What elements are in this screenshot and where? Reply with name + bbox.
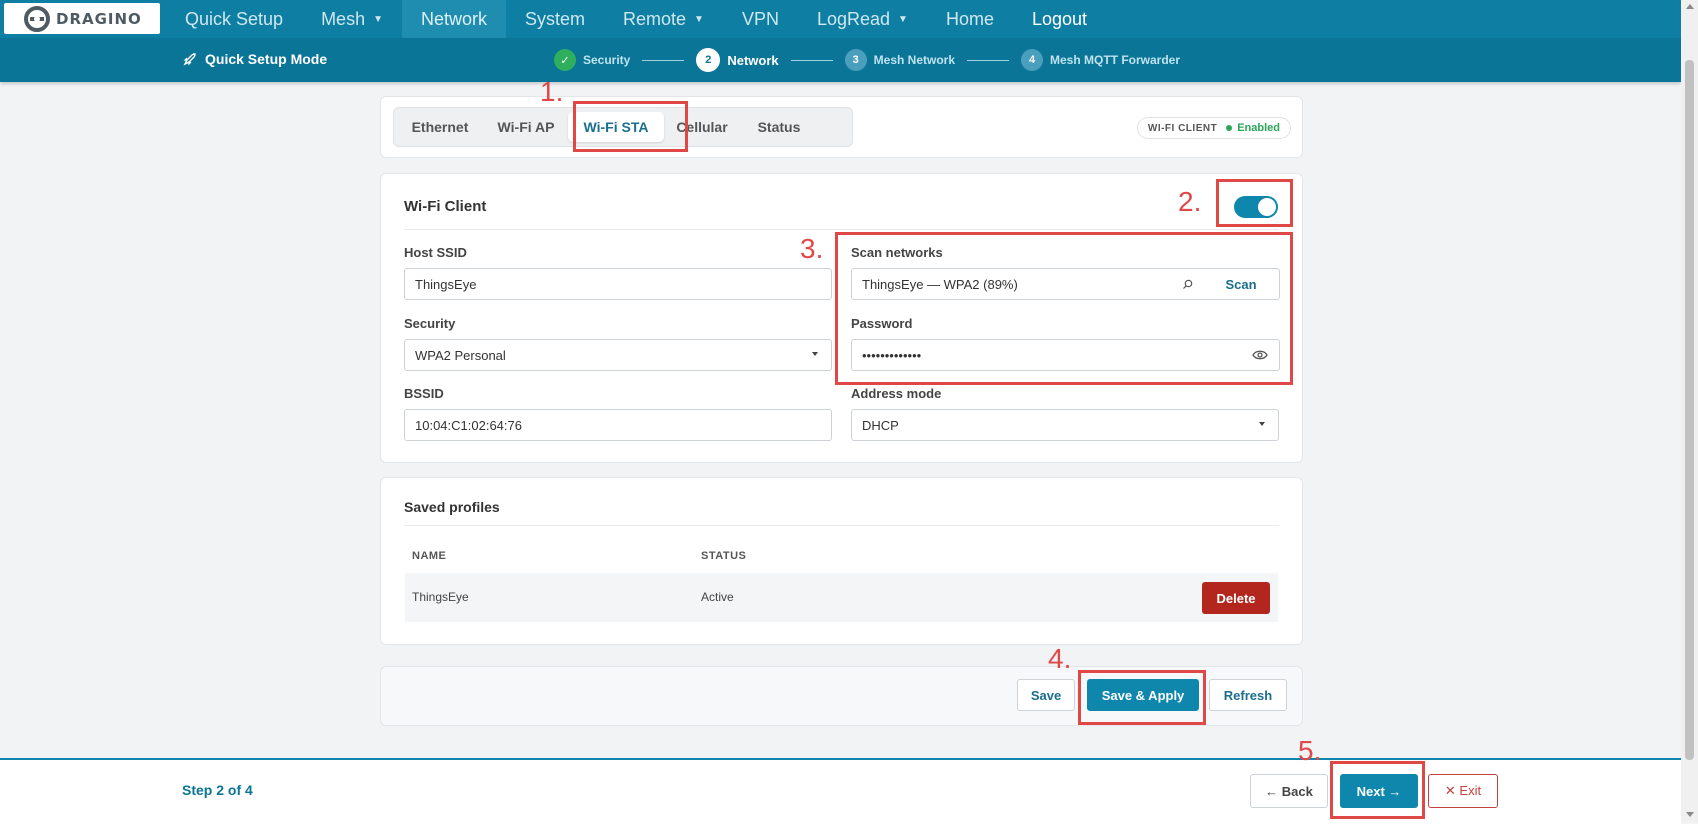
- annotation-box-save-apply: [1078, 670, 1206, 725]
- step-number: 4: [1021, 49, 1044, 71]
- step-network: 2 Network: [696, 48, 779, 72]
- security-label: Security: [404, 316, 456, 331]
- annotation-number-2: 2.: [1178, 186, 1202, 217]
- wifi-client-status-badge: WI-FI CLIENT Enabled: [1136, 117, 1291, 139]
- refresh-button[interactable]: Refresh: [1209, 679, 1287, 711]
- wifi-client-title: Wi-Fi Client: [404, 198, 487, 215]
- address-mode-select[interactable]: DHCP: [851, 409, 1279, 441]
- nav-item-system[interactable]: System: [506, 0, 604, 38]
- nav-item-mesh[interactable]: Mesh ▼: [302, 0, 402, 38]
- annotation-box-wifi-sta-tab: [573, 101, 688, 152]
- nav-item-label: VPN: [741, 8, 779, 29]
- chevron-down-icon: [812, 352, 818, 356]
- scrollbar-thumb[interactable]: [1685, 60, 1694, 760]
- rocket-icon: [183, 53, 196, 66]
- divider: [404, 525, 1279, 526]
- annotation-number-1: 1.: [540, 76, 564, 107]
- annotation-number-3: 3.: [800, 233, 824, 264]
- badge-label: WI-FI CLIENT: [1147, 122, 1218, 134]
- quick-setup-bar: Quick Setup Mode ✓ Security 2 Network 3 Mesh …: [0, 38, 1681, 82]
- host-ssid-label: Host SSID: [404, 245, 467, 260]
- delete-profile-button[interactable]: Delete: [1202, 582, 1270, 614]
- nav-item-vpn[interactable]: VPN: [723, 0, 798, 38]
- page-scrollbar[interactable]: [1681, 0, 1698, 822]
- tab-ethernet[interactable]: Ethernet: [396, 112, 484, 142]
- dragino-logo[interactable]: DRAGINO: [4, 3, 160, 34]
- status-dot-icon: [1226, 125, 1233, 131]
- nav-item-label: Home: [945, 8, 994, 29]
- tab-wi-fi-ap[interactable]: Wi-Fi AP: [484, 112, 568, 142]
- nav-item-label: Remote: [623, 8, 687, 29]
- profile-status: Active: [701, 590, 734, 604]
- nav-item-quick-setup[interactable]: Quick Setup: [166, 0, 302, 38]
- scroll-down-icon[interactable]: [1686, 812, 1694, 817]
- nav-item-remote[interactable]: Remote ▼: [604, 0, 723, 38]
- step-label: Network: [727, 52, 779, 68]
- quick-setup-label: Quick Setup Mode: [205, 51, 328, 67]
- annotation-number-5: 5.: [1298, 735, 1322, 766]
- step-number: 3: [844, 49, 867, 71]
- step-label: Mesh Network: [873, 53, 956, 67]
- nav-item-label: Mesh: [321, 8, 366, 29]
- top-navbar: DRAGINO Quick Setup Mesh ▼ Network System Rem…: [0, 0, 1681, 38]
- table-row: ThingsEye Active Delete: [405, 573, 1278, 622]
- caret-down-icon: ▼: [694, 13, 704, 25]
- exit-button[interactable]: ✕ Exit: [1428, 774, 1498, 808]
- step-indicator: Step 2 of 4: [182, 782, 253, 798]
- network-tabs-card: Ethernet Wi-Fi AP Wi-Fi STA Cellular Status …: [380, 96, 1303, 158]
- saved-profiles-card: Saved profiles NAME STATUS ThingsEye Act…: [380, 477, 1303, 645]
- logout-link[interactable]: Logout: [1013, 0, 1106, 38]
- step-label: Security: [583, 53, 631, 67]
- caret-down-icon: ▼: [898, 13, 908, 25]
- step-connector: [790, 59, 833, 61]
- saved-profiles-title: Saved profiles: [404, 499, 500, 515]
- step-mesh-network: 3 Mesh Network: [844, 49, 956, 71]
- save-button[interactable]: Save: [1017, 679, 1075, 711]
- step-security: ✓ Security: [554, 49, 630, 71]
- step-connector: [642, 59, 685, 61]
- nav-item-label: Network: [420, 8, 487, 29]
- bssid-label: BSSID: [404, 386, 444, 401]
- back-button[interactable]: ← Back: [1250, 774, 1328, 808]
- tab-status[interactable]: Status: [740, 112, 818, 142]
- nav-item-logread[interactable]: LogRead ▼: [798, 0, 927, 38]
- annotation-box-toggle: [1216, 179, 1293, 227]
- step-number: 2: [696, 48, 721, 72]
- column-header-status: STATUS: [701, 550, 747, 562]
- nav-item-label: LogRead: [816, 8, 891, 29]
- annotation-box-next: [1330, 761, 1425, 819]
- annotation-number-4: 4.: [1048, 643, 1072, 674]
- bssid-input[interactable]: 10:04:C1:02:64:76: [404, 409, 832, 441]
- security-value: WPA2 Personal: [415, 347, 506, 363]
- logo-wordmark: DRAGINO: [56, 9, 142, 28]
- main-menu: Quick Setup Mesh ▼ Network System Remote ▼ VPN L…: [166, 0, 1106, 38]
- setup-steps: ✓ Security 2 Network 3 Mesh Network 4 Mesh MQTT…: [554, 48, 1180, 72]
- column-header-name: NAME: [412, 550, 447, 562]
- scroll-up-icon[interactable]: [1686, 4, 1694, 9]
- profile-name: ThingsEye: [412, 590, 469, 604]
- dragino-logo-icon: [24, 5, 50, 32]
- nav-item-label: System: [525, 8, 586, 29]
- nav-item-label: Quick Setup: [185, 8, 284, 29]
- step-mesh-mqtt-forwarder: 4 Mesh MQTT Forwarder: [1021, 49, 1180, 71]
- address-mode-value: DHCP: [862, 417, 899, 433]
- divider: [404, 229, 1279, 230]
- nav-item-network[interactable]: Network: [401, 0, 506, 38]
- chevron-down-icon: [1259, 422, 1265, 426]
- quick-setup-title: Quick Setup Mode: [183, 51, 327, 67]
- address-mode-label: Address mode: [851, 386, 942, 401]
- wizard-footer: Step 2 of 4 ← Back Next → ✕ Exit: [0, 758, 1681, 824]
- step-label: Mesh MQTT Forwarder: [1050, 53, 1181, 67]
- step-connector: [967, 59, 1010, 61]
- annotation-box-scan-password: [835, 232, 1293, 385]
- caret-down-icon: ▼: [373, 13, 383, 25]
- check-icon: ✓: [554, 49, 576, 71]
- badge-status: Enabled: [1237, 122, 1280, 134]
- host-ssid-input[interactable]: ThingsEye: [404, 268, 832, 300]
- security-select[interactable]: WPA2 Personal: [404, 339, 832, 371]
- nav-item-home[interactable]: Home: [927, 0, 1013, 38]
